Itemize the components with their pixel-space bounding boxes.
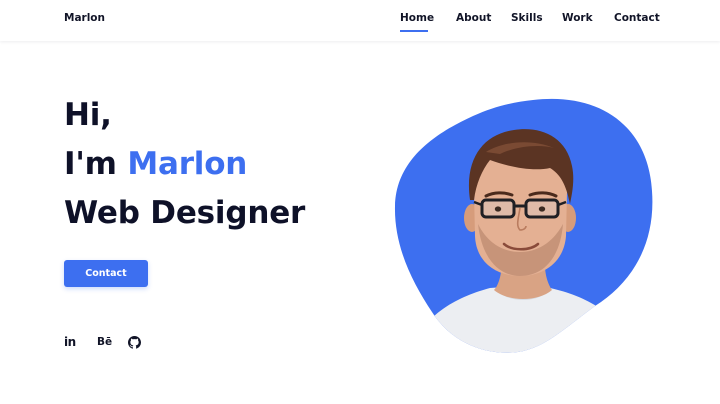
github-icon[interactable] [128, 333, 141, 351]
nav-item-contact[interactable]: Contact [614, 12, 660, 24]
nav-item-about[interactable]: About [456, 12, 491, 24]
hero-role: Web Designer [64, 195, 306, 231]
main-nav: Home About Skills Work Contact [0, 12, 720, 34]
linkedin-icon[interactable]: in [64, 333, 76, 351]
hero-heading: Hi, I'm Marlon Web Designer [64, 92, 305, 239]
hero-greeting: Hi, [64, 97, 112, 133]
active-nav-indicator [400, 30, 428, 32]
nav-item-home[interactable]: Home [400, 12, 434, 24]
profile-photo [394, 98, 653, 353]
hero-intro-prefix: I'm [64, 146, 128, 182]
behance-icon[interactable]: Bē [97, 333, 112, 351]
profile-portrait [390, 96, 658, 356]
site-header: Marlon Home About Skills Work Contact [0, 0, 720, 41]
contact-button[interactable]: Contact [64, 260, 148, 287]
hero-intro: I'm Marlon [64, 141, 305, 190]
nav-item-skills[interactable]: Skills [511, 12, 543, 24]
hero-name: Marlon [127, 146, 248, 182]
nav-item-work[interactable]: Work [562, 12, 593, 24]
